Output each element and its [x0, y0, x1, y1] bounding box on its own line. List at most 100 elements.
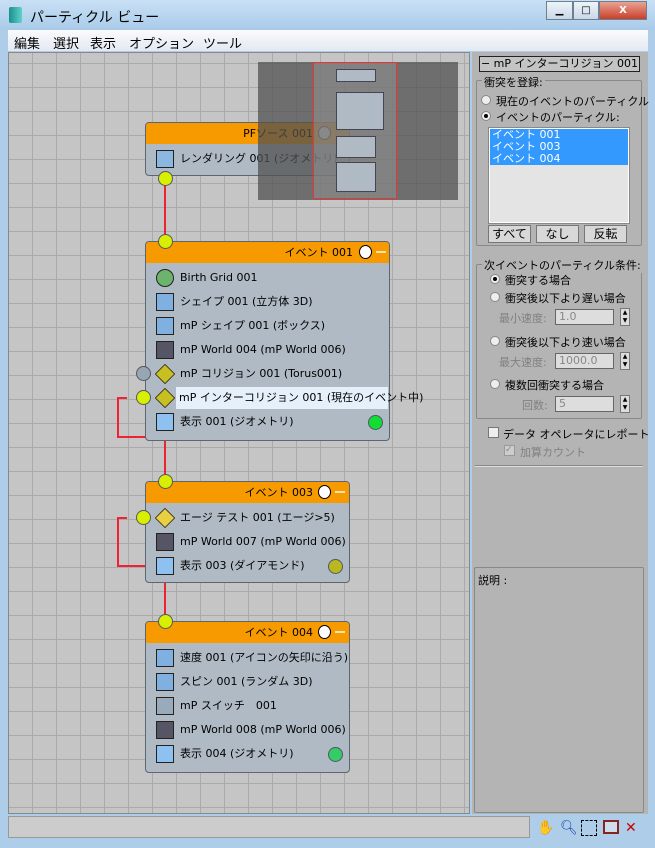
- display-color-swatch: [328, 747, 343, 762]
- radio-label: 現在のイベントのパーティクル: [496, 95, 650, 108]
- overview-navigator[interactable]: [258, 62, 458, 200]
- display-icon: [156, 557, 174, 575]
- radio-label: 衝突後以下より遅い場合: [505, 292, 626, 305]
- radio-event-particles[interactable]: [481, 111, 491, 121]
- additive-checkbox[interactable]: ✓: [504, 445, 515, 456]
- maximize-button[interactable]: □: [573, 1, 599, 20]
- field-label: 最小速度:: [499, 312, 547, 325]
- mp-world-icon: [156, 721, 174, 739]
- report-checkbox[interactable]: [488, 427, 499, 438]
- field-label: 回数:: [522, 399, 548, 412]
- zoom-icon[interactable]: 🔍︎: [560, 820, 578, 836]
- radio-slower[interactable]: [490, 292, 500, 302]
- radio-multiple[interactable]: [490, 379, 500, 389]
- radio-current-event[interactable]: [481, 95, 491, 105]
- description-area: [474, 567, 644, 813]
- menu-select[interactable]: 選択: [53, 33, 79, 52]
- count-field[interactable]: 5: [555, 396, 614, 412]
- display-color-swatch: [368, 415, 383, 430]
- lightbulb-icon[interactable]: [318, 625, 331, 639]
- rollout-title[interactable]: − mP インターコリジョン 001: [479, 56, 640, 72]
- menu-view[interactable]: 表示: [90, 33, 116, 52]
- menu-bar: 編集 選択 表示 オプション ツール: [8, 30, 648, 52]
- lightbulb-icon[interactable]: [318, 485, 331, 499]
- parameters-panel: − mP インターコリジョン 001 衝突を登録: 現在のイベントのパーティクル…: [472, 52, 650, 814]
- divider: [475, 465, 643, 467]
- input-port[interactable]: [158, 614, 173, 629]
- description-label: 説明 :: [478, 574, 508, 587]
- mp-shape-icon: [156, 317, 174, 335]
- select-none-button[interactable]: なし: [536, 225, 579, 243]
- mp-world-icon: [156, 533, 174, 551]
- minimize-button[interactable]: ▁: [546, 1, 573, 20]
- radio-label: 衝突する場合: [505, 274, 571, 287]
- mp-world-icon: [156, 341, 174, 359]
- invert-button[interactable]: 反転: [584, 225, 627, 243]
- app-icon: [9, 7, 22, 23]
- output-port[interactable]: [136, 366, 151, 381]
- zoom-region-icon[interactable]: [581, 820, 597, 836]
- group-label: 次イベントのパーティクル条件:: [482, 257, 643, 273]
- display-icon: [156, 745, 174, 763]
- teapot-icon: [156, 150, 174, 168]
- count-spinner[interactable]: ▲ ▼: [620, 395, 630, 413]
- event-listbox[interactable]: イベント 001 イベント 003 イベント 004: [488, 127, 630, 224]
- checkbox-label: データ オペレータにレポート: [503, 428, 650, 441]
- mini-node: [336, 69, 376, 82]
- group-label: 衝突を登録:: [482, 74, 545, 90]
- wire: [117, 517, 119, 567]
- menu-options[interactable]: オプション: [129, 33, 194, 52]
- list-item[interactable]: イベント 004: [492, 153, 628, 165]
- window-title: パーティクル ビュー: [30, 10, 160, 26]
- select-all-button[interactable]: すべて: [488, 225, 531, 243]
- node-event-003[interactable]: イベント 003 エージ テスト 001 (エージ>5) mP World 00…: [145, 481, 350, 583]
- mini-node: [336, 162, 376, 192]
- menu-tools[interactable]: ツール: [203, 33, 242, 52]
- display-icon: [156, 413, 174, 431]
- display-color-swatch: [328, 559, 343, 574]
- collapse-icon[interactable]: [376, 251, 386, 253]
- zoom-extents-icon[interactable]: [603, 820, 619, 834]
- lightbulb-icon[interactable]: [359, 245, 372, 259]
- mp-collision-icon: [154, 363, 176, 385]
- mp-switch-icon: [156, 697, 174, 715]
- wire: [117, 397, 119, 437]
- min-speed-field[interactable]: 1.0: [555, 309, 614, 325]
- input-port[interactable]: [158, 474, 173, 489]
- radio-label: イベントのパーティクル:: [496, 111, 620, 124]
- close-button[interactable]: X: [599, 1, 647, 20]
- output-port[interactable]: [136, 390, 151, 405]
- wire: [164, 436, 166, 478]
- test-item-selected[interactable]: mP インターコリジョン 001 (現在のイベント中): [176, 387, 423, 409]
- particle-view-canvas[interactable]: PFソース 001 レンダリング 001 (ジオメトリ) イベント 001 Bi…: [8, 52, 470, 814]
- min-speed-spinner[interactable]: ▲ ▼: [620, 308, 630, 326]
- max-speed-spinner[interactable]: ▲ ▼: [620, 352, 630, 370]
- node-event-001[interactable]: イベント 001 Birth Grid 001 シェイプ 001 (立方体 3D…: [145, 241, 423, 441]
- node-event-004[interactable]: イベント 004 速度 001 (アイコンの矢印に沿う) スピン 001 (ラン…: [145, 621, 350, 773]
- radio-label: 複数回衝突する場合: [505, 379, 604, 392]
- menu-edit[interactable]: 編集: [14, 33, 40, 52]
- max-speed-field[interactable]: 1000.0: [555, 353, 614, 369]
- mini-node: [336, 136, 376, 158]
- age-test-icon: [154, 507, 176, 529]
- radio-on-collide[interactable]: [490, 274, 500, 284]
- pan-hand-icon[interactable]: ✋: [537, 820, 554, 836]
- mp-intercollision-icon: [154, 387, 176, 409]
- wire: [164, 178, 166, 238]
- collapse-icon[interactable]: [335, 491, 345, 493]
- output-port[interactable]: [136, 510, 151, 525]
- no-zoom-icon[interactable]: ✕: [625, 820, 637, 836]
- status-bar: [8, 816, 530, 838]
- shape-icon: [156, 293, 174, 311]
- mini-node: [336, 92, 384, 130]
- radio-label: 衝突後以下より速い場合: [505, 336, 626, 349]
- node-header: イベント 001: [146, 242, 389, 263]
- speed-icon: [156, 649, 174, 667]
- field-label: 最大速度:: [499, 356, 547, 369]
- output-port[interactable]: [158, 171, 173, 186]
- birth-grid-icon: [156, 269, 174, 287]
- collapse-icon[interactable]: [335, 631, 345, 633]
- radio-faster[interactable]: [490, 336, 500, 346]
- spin-icon: [156, 673, 174, 691]
- input-port[interactable]: [158, 234, 173, 249]
